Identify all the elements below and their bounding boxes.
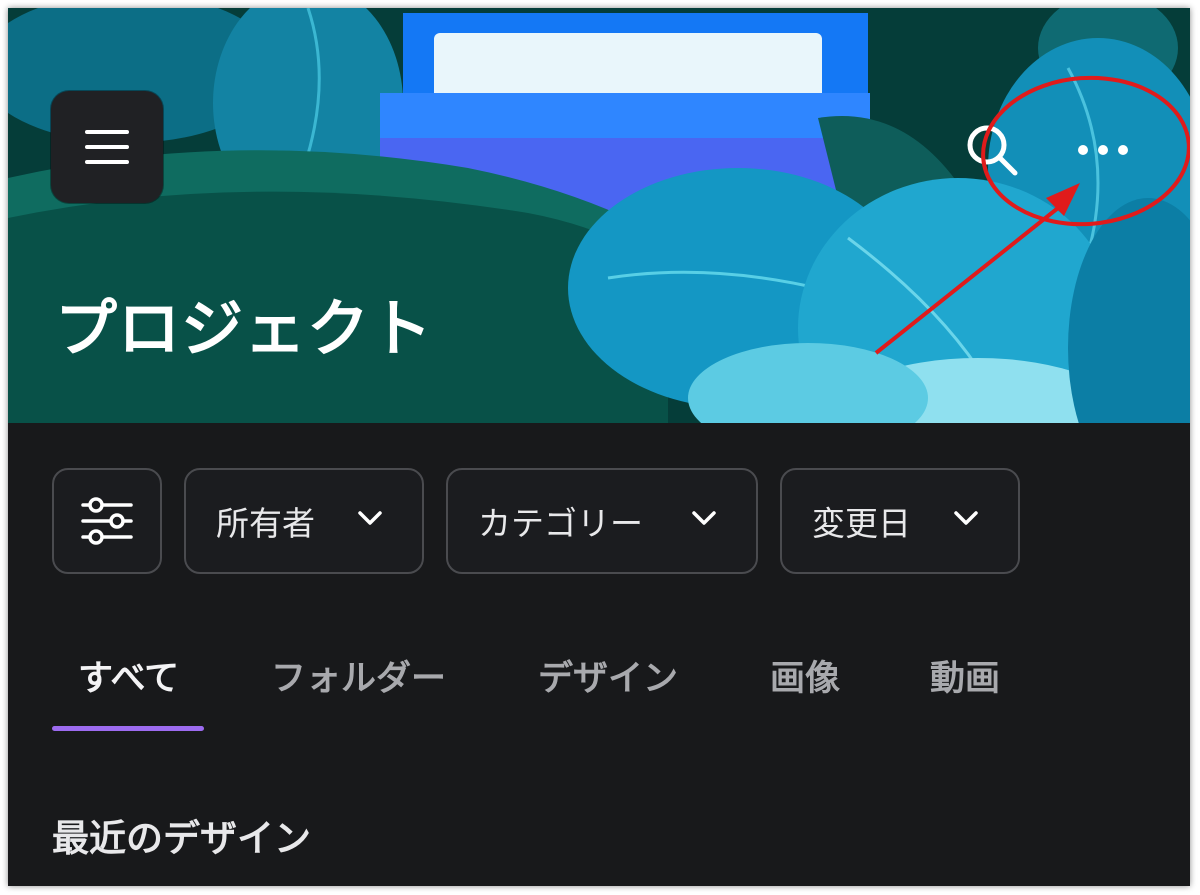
chevron-down-icon <box>954 511 978 525</box>
category-filter-label: カテゴリー <box>478 504 643 543</box>
app-screen: プロジェクト 所有者 カテゴリー 変更日 すべて フォルダー デザイン 画像 動… <box>8 8 1190 886</box>
sliders-icon <box>81 497 133 545</box>
hamburger-menu-icon <box>85 130 129 164</box>
more-horizontal-icon <box>1078 145 1128 155</box>
modified-date-filter-dropdown[interactable]: 変更日 <box>780 468 1020 574</box>
header-banner: プロジェクト <box>8 8 1190 423</box>
tab-videos[interactable]: 動画 <box>930 650 1000 701</box>
more-options-button[interactable] <box>1066 118 1140 182</box>
content-tabs: すべて フォルダー デザイン 画像 動画 <box>52 638 1152 738</box>
section-title-recent-designs: 最近のデザイン <box>52 817 311 860</box>
tab-images[interactable]: 画像 <box>770 650 840 701</box>
tab-folders[interactable]: フォルダー <box>271 650 446 701</box>
chevron-down-icon <box>358 511 382 525</box>
page-title: プロジェクト <box>55 292 434 365</box>
filter-adjust-button[interactable] <box>52 468 162 574</box>
menu-button[interactable] <box>51 91 163 203</box>
search-button[interactable] <box>960 118 1024 182</box>
chevron-down-icon <box>692 511 716 525</box>
modified-date-filter-label: 変更日 <box>812 504 911 543</box>
category-filter-dropdown[interactable]: カテゴリー <box>446 468 758 574</box>
search-icon <box>967 125 1018 176</box>
tab-designs[interactable]: デザイン <box>538 650 678 701</box>
owner-filter-dropdown[interactable]: 所有者 <box>184 468 424 574</box>
active-tab-indicator <box>52 726 204 731</box>
owner-filter-label: 所有者 <box>216 504 315 543</box>
tab-all[interactable]: すべて <box>78 650 179 701</box>
